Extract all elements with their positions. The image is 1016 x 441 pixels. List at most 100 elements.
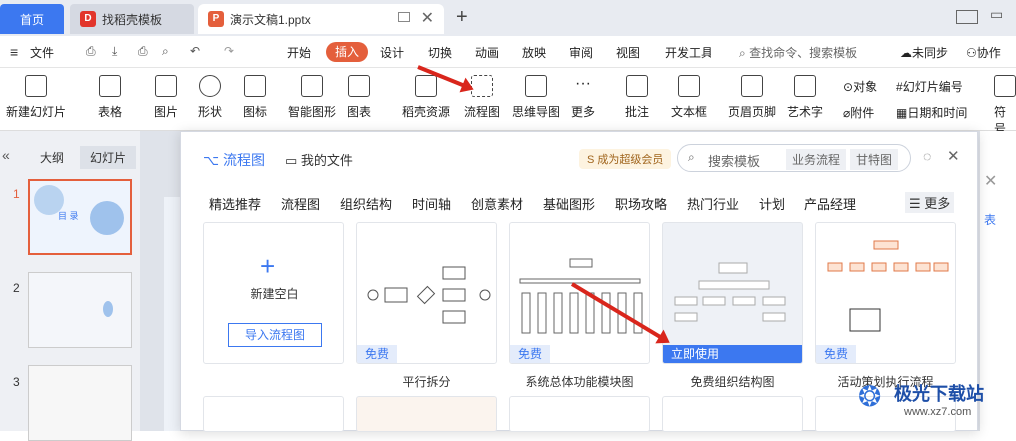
slides-tab[interactable]: 幻灯片 bbox=[80, 146, 137, 169]
minimize-icon[interactable]: ▭ bbox=[990, 6, 1003, 23]
slide-thumbnail[interactable] bbox=[28, 365, 132, 441]
wordart-label: 艺术字 bbox=[787, 105, 824, 119]
template-search-input[interactable]: 搜索模板 bbox=[708, 151, 760, 170]
datetime-button[interactable]: ▦日期和时间 bbox=[896, 104, 967, 121]
thumb-title: 目 录 bbox=[58, 211, 79, 221]
menu-transition[interactable]: 切换 bbox=[428, 44, 452, 61]
layout-icon[interactable] bbox=[956, 10, 978, 24]
tab-daoke-templates[interactable]: D 找稻壳模板 bbox=[70, 4, 194, 34]
menu-review[interactable]: 审阅 bbox=[569, 44, 593, 61]
close-dialog-icon[interactable]: ✕ bbox=[947, 147, 960, 165]
category-item[interactable]: 组织结构 bbox=[340, 194, 392, 213]
more-categories-button[interactable]: ☰ 更多 bbox=[905, 192, 955, 213]
vip-label: 成为超级会员 bbox=[597, 154, 664, 166]
collapse-icon[interactable]: « bbox=[2, 147, 10, 163]
new-blank-card[interactable]: + 新建空白 导入流程图 bbox=[203, 222, 344, 364]
float-window-icon[interactable] bbox=[398, 12, 410, 22]
template-search[interactable]: ⌕ 搜索模板 业务流程 甘特图 bbox=[677, 144, 911, 172]
save-icon[interactable]: ⎙ bbox=[86, 44, 96, 59]
symbol-button[interactable]: 符号 bbox=[994, 75, 1016, 137]
tab-document[interactable]: P 演示文稿1.pptx ✕ bbox=[198, 4, 444, 34]
category-item[interactable]: 流程图 bbox=[281, 194, 320, 213]
menu-animation[interactable]: 动画 bbox=[475, 44, 499, 61]
chart-button[interactable]: 图表 bbox=[347, 75, 371, 120]
template-card[interactable] bbox=[509, 396, 650, 432]
redo-icon[interactable]: ↷ bbox=[224, 44, 234, 58]
menu-start[interactable]: 开始 bbox=[287, 44, 311, 61]
menu-view[interactable]: 视图 bbox=[616, 44, 640, 61]
template-card[interactable]: 立即使用 bbox=[662, 222, 803, 364]
template-preview bbox=[367, 266, 491, 324]
textbox-button[interactable]: 文本框 bbox=[671, 75, 707, 120]
tag-business-flow[interactable]: 业务流程 bbox=[786, 149, 847, 170]
template-card[interactable] bbox=[662, 396, 803, 432]
preview-icon[interactable]: ⌕ bbox=[162, 44, 169, 59]
my-files-tab[interactable]: ▭ 我的文件 bbox=[285, 150, 353, 169]
file-menu[interactable]: 文件 bbox=[30, 44, 54, 61]
category-item[interactable]: 基础图形 bbox=[543, 194, 595, 213]
menu-insert[interactable]: 插入 bbox=[326, 42, 368, 62]
mindmap-icon bbox=[525, 75, 547, 97]
use-now-button[interactable]: 立即使用 bbox=[663, 345, 802, 363]
wordart-button[interactable]: 艺术字 bbox=[787, 75, 823, 120]
feedback-icon[interactable]: ◌ bbox=[923, 148, 931, 164]
icon-button[interactable]: 图标 bbox=[243, 75, 267, 120]
category-item[interactable]: 计划 bbox=[759, 194, 785, 213]
category-item[interactable]: 职场攻略 bbox=[615, 194, 667, 213]
tag-gantt[interactable]: 甘特图 bbox=[850, 149, 899, 170]
menu-slideshow[interactable]: 放映 bbox=[522, 44, 546, 61]
tab-home[interactable]: 首页 bbox=[0, 4, 64, 34]
template-caption: 平行拆分 bbox=[402, 375, 451, 389]
comment-button[interactable]: 批注 bbox=[625, 75, 649, 120]
object-button[interactable]: ⊙对象 bbox=[843, 78, 877, 95]
new-tab-icon[interactable]: + bbox=[456, 6, 468, 29]
attachment-button[interactable]: ⌀附件 bbox=[843, 104, 874, 121]
slide-thumbnail[interactable]: 目 录 bbox=[28, 179, 132, 255]
category-item[interactable]: 创意素材 bbox=[471, 194, 523, 213]
daoke-resource-button[interactable]: 稻壳资源 bbox=[402, 75, 450, 120]
chart-label: 图表 bbox=[347, 105, 372, 119]
template-card[interactable] bbox=[356, 396, 497, 432]
category-item[interactable]: 产品经理 bbox=[804, 194, 856, 213]
new-slide-label: 新建幻灯片 bbox=[6, 105, 67, 119]
import-flowchart-button[interactable]: 导入流程图 bbox=[228, 323, 322, 347]
undo-icon[interactable]: ↶ bbox=[190, 44, 200, 58]
flowchart-label: 流程图 bbox=[464, 105, 501, 119]
more-button[interactable]: ··· 更多 bbox=[571, 75, 595, 120]
vip-button[interactable]: S 成为超级会员 bbox=[579, 149, 672, 169]
smart-graphic-button[interactable]: 智能图形 bbox=[288, 75, 336, 120]
category-item[interactable]: 精选推荐 bbox=[209, 194, 261, 213]
picture-icon bbox=[155, 75, 177, 97]
template-card[interactable]: 免费 bbox=[815, 222, 956, 364]
menu-developer[interactable]: 开发工具 bbox=[665, 44, 711, 61]
category-item[interactable]: 时间轴 bbox=[412, 194, 451, 213]
header-footer-button[interactable]: 页眉页脚 bbox=[728, 75, 776, 120]
template-card[interactable]: 免费 bbox=[509, 222, 650, 364]
new-slide-button[interactable]: 新建幻灯片 bbox=[6, 75, 66, 120]
close-tab-icon[interactable]: ✕ bbox=[421, 8, 434, 28]
modal-title[interactable]: ⌥ 流程图 bbox=[203, 150, 265, 170]
shape-label: 形状 bbox=[198, 105, 223, 119]
collab-button[interactable]: ⚇协作 bbox=[966, 44, 1001, 61]
export-icon[interactable]: ⤓ bbox=[112, 44, 117, 59]
print-icon[interactable]: ⎙ bbox=[138, 44, 148, 59]
menu-design[interactable]: 设计 bbox=[380, 44, 404, 61]
search-command[interactable]: ⌕ 查找命令、搜索模板 bbox=[739, 44, 857, 61]
slide-thumbnail[interactable] bbox=[28, 272, 132, 348]
slides-panel: « 大纲 幻灯片 1 目 录 2 3 bbox=[0, 131, 140, 441]
close-panel-icon[interactable]: ✕ bbox=[984, 171, 997, 191]
table-button[interactable]: 表格 bbox=[98, 75, 122, 120]
template-card[interactable]: 免费 bbox=[356, 222, 497, 364]
attachment-label: 附件 bbox=[850, 106, 875, 120]
slide-number-button[interactable]: #幻灯片编号 bbox=[896, 78, 963, 95]
shape-button[interactable]: 形状 bbox=[198, 75, 222, 120]
datetime-label: 日期和时间 bbox=[907, 106, 968, 120]
hamburger-icon[interactable]: ≡ bbox=[10, 44, 18, 60]
outline-tab[interactable]: 大纲 bbox=[40, 149, 64, 166]
picture-button[interactable]: 图片 bbox=[154, 75, 178, 120]
template-card[interactable] bbox=[203, 396, 344, 432]
mindmap-button[interactable]: 思维导图 bbox=[512, 75, 560, 120]
category-item[interactable]: 热门行业 bbox=[687, 194, 739, 213]
unsync-button[interactable]: ☁未同步 bbox=[900, 44, 948, 61]
search-icon: ⌕ bbox=[688, 150, 695, 164]
